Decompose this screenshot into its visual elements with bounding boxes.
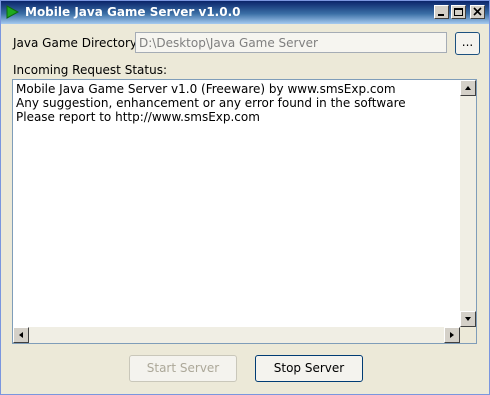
minimize-button[interactable]	[434, 5, 449, 19]
vertical-scrollbar[interactable]	[460, 80, 476, 327]
directory-field[interactable]: D:\Desktop\Java Game Server	[135, 32, 447, 53]
browse-button[interactable]: ...	[455, 32, 480, 55]
stop-server-button[interactable]: Stop Server	[255, 355, 363, 382]
scroll-corner	[460, 327, 476, 343]
arrow-up-icon	[465, 86, 471, 90]
scroll-down-button[interactable]	[460, 311, 476, 327]
status-log-text: Mobile Java Game Server v1.0 (Freeware) …	[16, 82, 406, 124]
close-button[interactable]	[470, 5, 485, 19]
minimize-icon	[438, 14, 444, 16]
scroll-left-button[interactable]	[13, 327, 29, 343]
maximize-button[interactable]	[451, 5, 466, 19]
start-server-button[interactable]: Start Server	[129, 355, 237, 382]
arrow-left-icon	[19, 332, 23, 338]
scroll-up-button[interactable]	[460, 80, 476, 96]
play-arrow-icon	[5, 5, 20, 19]
arrow-down-icon	[465, 317, 471, 321]
window-title: Mobile Java Game Server v1.0.0	[25, 5, 241, 19]
main-window: Mobile Java Game Server v1.0.0 Java Game…	[0, 0, 490, 395]
horizontal-scrollbar[interactable]	[13, 327, 460, 343]
status-log-textarea[interactable]: Mobile Java Game Server v1.0 (Freeware) …	[12, 79, 477, 344]
scroll-right-button[interactable]	[444, 327, 460, 343]
close-icon	[473, 7, 482, 16]
maximize-icon	[454, 8, 463, 16]
arrow-right-icon	[450, 332, 454, 338]
title-bar[interactable]: Mobile Java Game Server v1.0.0	[1, 1, 489, 24]
directory-label: Java Game Directory:	[13, 36, 141, 50]
status-label: Incoming Request Status:	[13, 63, 167, 77]
